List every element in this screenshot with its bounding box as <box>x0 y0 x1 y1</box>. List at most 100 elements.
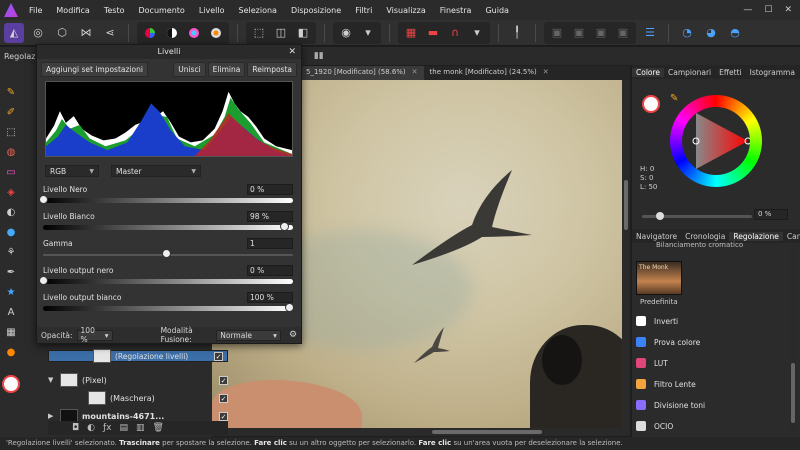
arrange-forward-icon[interactable]: ▣ <box>591 23 611 43</box>
brush-tool-icon[interactable]: ✎ <box>4 85 18 99</box>
tab-cronologia[interactable]: Cronologia <box>681 232 729 241</box>
align-mini-icon[interactable]: ▮▮ <box>314 51 324 61</box>
dialog-title-bar[interactable]: Livelli ✕ <box>37 45 301 59</box>
slider-handle[interactable] <box>39 195 48 204</box>
param-value-field[interactable]: 0 % <box>247 184 293 195</box>
close-tab-icon[interactable]: ✕ <box>543 68 549 76</box>
dropdown-icon[interactable]: ▾ <box>358 23 378 43</box>
flood-select-icon[interactable]: ◍ <box>4 145 18 159</box>
tab-istogramma[interactable]: Istogramma <box>746 68 799 77</box>
preset-thumbnail[interactable]: The Monk <box>636 261 682 295</box>
eyedropper-icon[interactable]: ✎ <box>670 93 678 104</box>
magnet-icon[interactable]: ∩ <box>445 23 465 43</box>
menu-finestra[interactable]: Finestra <box>433 6 479 15</box>
marquee-tool-icon[interactable]: ⬚ <box>4 125 18 139</box>
menu-visualizza[interactable]: Visualizza <box>379 6 432 15</box>
layer-visibility-checkbox[interactable]: ✓ <box>219 411 228 421</box>
delete-layer-icon[interactable]: 🗑 <box>153 423 164 433</box>
menu-modifica[interactable]: Modifica <box>49 6 96 15</box>
canvas-vertical-scrollbar[interactable] <box>622 80 630 430</box>
fx-icon[interactable]: ƒx <box>103 423 112 433</box>
reset-button[interactable]: Reimposta <box>247 61 297 77</box>
tab-canali[interactable]: Canali <box>783 232 800 241</box>
menu-file[interactable]: File <box>22 6 49 15</box>
layer-row[interactable]: (Regolazione livelli) ✓ <box>48 349 228 363</box>
param-slider[interactable] <box>43 198 293 203</box>
layer-visibility-checkbox[interactable]: ✓ <box>214 351 223 361</box>
add-preset-button[interactable]: Aggiungi set impostazioni <box>41 61 148 77</box>
menu-testo[interactable]: Testo <box>97 6 132 15</box>
align-icon[interactable]: ☰ <box>640 23 660 43</box>
adjustment-layer-icon[interactable]: ◐ <box>87 423 95 433</box>
arrange-backward-icon[interactable]: ▣ <box>569 23 589 43</box>
param-value-field[interactable]: 100 % <box>247 292 293 303</box>
layer-row[interactable]: (Maschera) ✓ <box>48 389 228 407</box>
close-icon[interactable]: ✕ <box>288 45 296 59</box>
blur-icon[interactable]: ● <box>4 225 18 239</box>
export-persona-icon[interactable]: ⋖ <box>100 23 120 43</box>
tab-regolazione[interactable]: Regolazione <box>729 231 783 241</box>
color-swatch-icon[interactable] <box>2 375 20 393</box>
eraser-icon[interactable]: ▭ <box>4 165 18 179</box>
slider-handle[interactable] <box>39 276 48 285</box>
adjustment-item[interactable]: Divisione toni <box>636 395 786 415</box>
adjustment-item[interactable]: Inverti <box>636 311 786 331</box>
fill-swatch-icon[interactable] <box>642 95 660 113</box>
adjustment-item[interactable]: LUT <box>636 353 786 373</box>
opacity-slider[interactable] <box>642 212 752 220</box>
minimize-button[interactable]: — <box>743 5 752 15</box>
param-slider[interactable] <box>43 306 293 311</box>
param-slider[interactable] <box>43 279 293 284</box>
param-value-field[interactable]: 1 <box>247 238 293 249</box>
invert-selection-icon[interactable]: ◧ <box>293 23 313 43</box>
mesh-warp-icon[interactable]: ▦ <box>4 325 18 339</box>
close-window-button[interactable]: ✕ <box>784 5 792 15</box>
menu-disposizione[interactable]: Disposizione <box>284 6 348 15</box>
layer-visibility-checkbox[interactable]: ✓ <box>219 375 228 385</box>
blend-mode-select[interactable]: Normale ▾ <box>216 329 281 341</box>
text-icon[interactable]: A <box>4 305 18 319</box>
brush-icon[interactable]: ╿ <box>507 23 527 43</box>
grid-icon[interactable]: ▦ <box>401 23 421 43</box>
canvas-horizontal-scrollbar[interactable] <box>212 428 630 436</box>
adjustment-item[interactable]: OCIO <box>636 416 786 436</box>
quick-mask-icon[interactable]: ◉ <box>336 23 356 43</box>
doc-tab[interactable]: 5_1920 [Modificato] (58.6%) ✕ <box>300 66 424 80</box>
doc-tab[interactable]: the monk [Modificato] (24.5%) ✕ <box>424 66 555 80</box>
menu-guida[interactable]: Guida <box>478 6 515 15</box>
opacity-select[interactable]: 100 % ▾ <box>76 326 113 344</box>
gear-icon[interactable]: ⚙ <box>289 330 297 340</box>
channel-select[interactable]: Master ▼ <box>111 165 201 177</box>
group-icon[interactable]: ▥ <box>136 423 145 433</box>
develop-persona-icon[interactable]: ⬡ <box>52 23 72 43</box>
param-value-field[interactable]: 0 % <box>247 265 293 276</box>
arrange-front-icon[interactable]: ▣ <box>613 23 633 43</box>
marquee-icon[interactable]: ⬚ <box>249 23 269 43</box>
merge-button[interactable]: Unisci <box>173 61 206 77</box>
assistant-icon[interactable]: ◔ <box>677 23 697 43</box>
snapshot-icon[interactable]: ◕ <box>701 23 721 43</box>
adjustments-scrollbar[interactable] <box>790 243 796 443</box>
tab-colore[interactable]: Colore <box>632 67 665 77</box>
shape-icon[interactable]: ★ <box>4 285 18 299</box>
param-value-field[interactable]: 98 % <box>247 211 293 222</box>
selection-brush-icon[interactable]: ✐ <box>4 105 18 119</box>
tab-effetti[interactable]: Effetti <box>715 68 746 77</box>
red-eye-icon[interactable]: ● <box>4 345 18 359</box>
ruler-icon[interactable]: ▬ <box>423 23 443 43</box>
color-wheel[interactable] <box>670 95 762 187</box>
close-tab-icon[interactable]: ✕ <box>412 68 418 76</box>
menu-livello[interactable]: Livello <box>192 6 232 15</box>
layer-visibility-checkbox[interactable]: ✓ <box>219 393 228 403</box>
slider-handle[interactable] <box>162 249 171 258</box>
layer-row[interactable]: ▼ (Pixel) ✓ <box>48 371 228 389</box>
expand-icon[interactable]: ▶ <box>48 412 56 420</box>
param-slider[interactable] <box>43 225 293 230</box>
settings-icon[interactable]: ◓ <box>725 23 745 43</box>
tab-campionari[interactable]: Campionari <box>664 68 715 77</box>
auto-white-balance-icon[interactable] <box>206 23 226 43</box>
pen-icon[interactable]: ✒ <box>4 265 18 279</box>
auto-colors-icon[interactable] <box>184 23 204 43</box>
slider-handle[interactable] <box>280 222 290 231</box>
opacity-field[interactable]: 0 % <box>754 209 788 220</box>
